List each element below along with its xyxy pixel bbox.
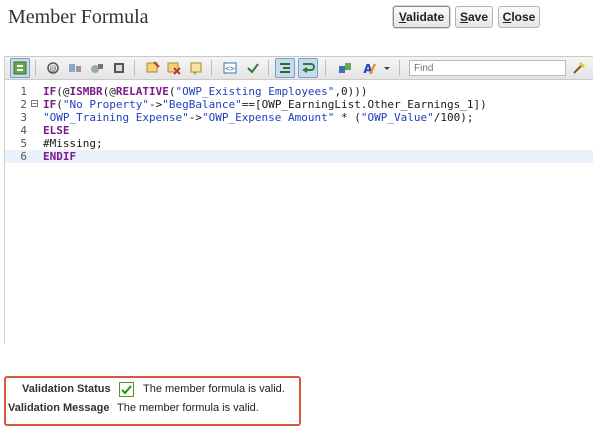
close-button[interactable]: Close — [498, 6, 540, 28]
code-line[interactable]: 2− IF("No Property"->"BegBalance"==[OWP_E… — [5, 98, 593, 111]
code-token: -> — [188, 111, 202, 124]
validation-status-text: The member formula is valid. — [143, 383, 285, 395]
code-line[interactable]: 5 #Missing; — [5, 137, 593, 150]
find-input[interactable] — [409, 60, 566, 76]
code-line[interactable]: 3 "OWP_Training Expense"->"OWP_Expense Am… — [5, 111, 593, 124]
code-token: ==[OWP_EarningList.Other_Earnings_1]) — [241, 98, 487, 111]
code-keyword: RELATIVE — [115, 85, 169, 98]
code-text: ENDIF — [43, 150, 76, 163]
line-number: 5 — [20, 137, 27, 150]
find-next-icon[interactable] — [571, 60, 587, 76]
toolbar-separator — [35, 60, 36, 76]
validation-message-text: The member formula is valid. — [117, 402, 259, 414]
tag-icon[interactable] — [111, 60, 127, 76]
toolbar-separator — [399, 60, 400, 76]
code-line[interactable]: 6 ENDIF — [5, 150, 593, 163]
code-string: "OWP_Value" — [360, 111, 434, 124]
toolbar-separator — [134, 60, 135, 76]
toolbar-separator — [325, 60, 326, 76]
code-keyword: IF — [43, 85, 57, 98]
validation-message-label: Validation Message — [8, 402, 110, 414]
code-text: "OWP_Training Expense"->"OWP_Expense Amo… — [43, 111, 474, 124]
code-token: ( — [56, 98, 63, 111]
code-text: IF(@ISMBR(@RELATIVE("OWP_Existing Employ… — [43, 85, 368, 98]
wrap-icon[interactable] — [298, 58, 318, 78]
code-string: "OWP_Training Expense" — [43, 111, 189, 124]
line-number: 2 — [20, 98, 27, 111]
code-text: #Missing; — [43, 137, 103, 150]
validation-panel: Validation Status The member formula is … — [4, 376, 301, 426]
valid-check-icon — [119, 382, 134, 397]
line-number: 3 — [20, 111, 27, 124]
save-button[interactable]: Save — [455, 6, 493, 28]
code-string: "OWP_Expense Amount" — [201, 111, 335, 124]
line-number: 1 — [20, 85, 27, 98]
dropdown-arrow-icon[interactable] — [379, 60, 395, 76]
cube-icon[interactable] — [337, 60, 353, 76]
line-number: 4 — [20, 124, 27, 137]
save-label-accel: S — [459, 10, 468, 24]
validation-status-label: Validation Status — [22, 383, 111, 395]
code-keyword: ENDIF — [43, 150, 77, 163]
note-icon[interactable] — [188, 60, 204, 76]
code-string: "BegBalance" — [162, 98, 242, 111]
remove-icon[interactable] — [166, 60, 182, 76]
code-text: IF("No Property"->"BegBalance"==[OWP_Ear… — [43, 98, 487, 111]
svg-text:@: @ — [50, 65, 57, 73]
code-string: "No Property" — [62, 98, 149, 111]
fold-toggle-icon[interactable]: − — [31, 100, 38, 108]
indent-icon[interactable] — [275, 58, 295, 78]
code-token: (@ — [102, 85, 116, 98]
toolbar-separator — [211, 60, 212, 76]
code-text: ELSE — [43, 124, 70, 137]
insert-member-icon[interactable] — [89, 60, 105, 76]
save-label-rest: ave — [467, 10, 489, 24]
comment-icon[interactable] — [145, 60, 161, 76]
code-line[interactable]: 1 IF(@ISMBR(@RELATIVE("OWP_Existing Emplo… — [5, 85, 593, 98]
formula-editor: @ <> A Find 1 IF(@ISMBR(@RELATIVE("OWP_E… — [4, 56, 593, 344]
code-keyword: IF — [43, 98, 57, 111]
code-area[interactable]: 1 IF(@ISMBR(@RELATIVE("OWP_Existing Emplo… — [5, 80, 593, 344]
code-keyword: ISMBR — [69, 85, 103, 98]
page-title: Member Formula — [8, 6, 149, 28]
svg-text:<>: <> — [225, 64, 235, 73]
code-token: /100); — [433, 111, 474, 124]
code-token: (@ — [56, 85, 70, 98]
member-selector-icon[interactable] — [10, 58, 30, 78]
validate-label-rest: alidate — [406, 10, 445, 24]
code-token: ,0))) — [334, 85, 368, 98]
code-line[interactable]: 4 ELSE — [5, 124, 593, 137]
brackets-icon[interactable]: <> — [222, 60, 238, 76]
code-string: "OWP_Existing Employees" — [175, 85, 335, 98]
font-icon[interactable]: A — [360, 60, 376, 76]
toolbar-separator — [268, 60, 269, 76]
editor-toolbar: @ <> A Find — [5, 56, 593, 80]
validate-button[interactable]: Validate — [393, 6, 450, 28]
check-syntax-icon[interactable] — [245, 60, 261, 76]
insert-dimension-icon[interactable] — [67, 60, 83, 76]
code-token: * ( — [334, 111, 361, 124]
code-token: -> — [148, 98, 163, 111]
close-label-rest: lose — [511, 10, 536, 24]
code-token: #Missing; — [43, 137, 103, 150]
line-number: 6 — [20, 150, 27, 163]
code-keyword: ELSE — [43, 124, 70, 137]
function-icon[interactable]: @ — [45, 60, 61, 76]
